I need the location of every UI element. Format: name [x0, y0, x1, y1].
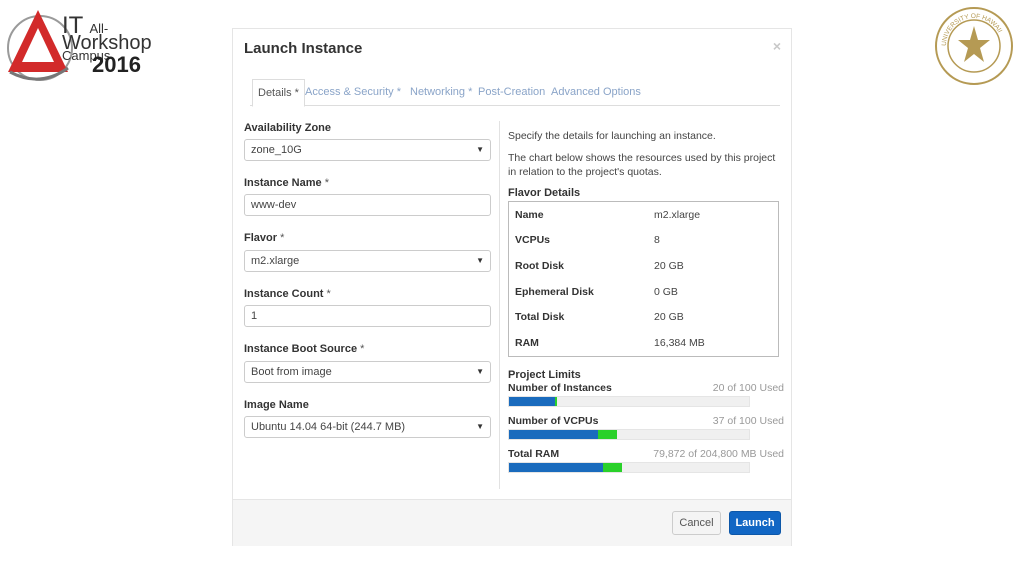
instance-name-value: www-dev: [251, 199, 297, 211]
tab-access-security[interactable]: Access & Security *: [300, 79, 406, 106]
it-workshop-logo: IT All-Campus Workshop 2016: [4, 6, 154, 86]
bar-used-fill: [509, 430, 598, 439]
caret-down-icon: ▼: [476, 145, 484, 154]
tab-details[interactable]: Details *: [252, 79, 305, 107]
flavor-row: Total Disk 20 GB: [515, 311, 684, 323]
flavor-row: Name m2.xlarge: [515, 209, 701, 221]
instance-name-label: Instance Name *: [244, 177, 329, 189]
university-seal-logo: UNIVERSITY OF HAWAII: [935, 7, 1013, 85]
availability-zone-select[interactable]: zone_10G ▼: [244, 139, 491, 161]
caret-down-icon: ▼: [476, 422, 484, 431]
flavor-details-table: Name m2.xlarge VCPUs 8 Root Disk 20 GB E…: [508, 201, 779, 357]
instance-name-input[interactable]: www-dev: [244, 194, 491, 216]
close-icon[interactable]: ×: [773, 38, 781, 54]
availability-zone-value: zone_10G: [251, 144, 302, 156]
bar-added-fill: [602, 463, 622, 472]
limit-ram-label: Total RAM: [508, 448, 560, 460]
flavor-row: VCPUs 8: [515, 234, 660, 246]
modal-title: Launch Instance: [244, 40, 363, 57]
modal-footer: Cancel Launch: [233, 499, 791, 546]
boot-source-label: Instance Boot Source *: [244, 343, 365, 355]
flavor-select[interactable]: m2.xlarge ▼: [244, 250, 491, 272]
tab-networking[interactable]: Networking *: [405, 79, 477, 106]
flavor-row: Ephemeral Disk 0 GB: [515, 286, 678, 298]
flavor-label: Flavor *: [244, 232, 285, 244]
flavor-row: RAM 16,384 MB: [515, 337, 705, 349]
limit-ram-used: 79,872 of 204,800 MB Used: [653, 448, 784, 460]
modal-header: Launch Instance ×: [233, 29, 791, 73]
limit-instances-used: 20 of 100 Used: [712, 382, 784, 394]
flavor-value: m2.xlarge: [251, 255, 300, 267]
limit-ram-bar: [508, 462, 750, 473]
bar-used-fill: [509, 463, 603, 472]
tab-post-creation[interactable]: Post-Creation: [473, 79, 550, 106]
bar-added-fill: [597, 430, 617, 439]
limit-vcpus-label: Number of VCPUs: [508, 415, 599, 427]
instance-count-input[interactable]: 1: [244, 305, 491, 327]
availability-zone-label: Availability Zone: [244, 122, 332, 134]
cancel-button[interactable]: Cancel: [672, 511, 721, 535]
flavor-row: Root Disk 20 GB: [515, 260, 684, 272]
launch-instance-modal: Launch Instance × Details * Access & Sec…: [232, 28, 792, 546]
info-description-1: Specify the details for launching an ins…: [508, 130, 716, 142]
limit-instances-label: Number of Instances: [508, 382, 612, 394]
tab-bar: Details * Access & Security * Networking…: [250, 79, 780, 107]
info-description-2: The chart below shows the resources used…: [508, 152, 776, 178]
bar-added-fill: [554, 397, 557, 406]
caret-down-icon: ▼: [476, 367, 484, 376]
boot-source-value: Boot from image: [251, 366, 332, 378]
caret-down-icon: ▼: [476, 256, 484, 265]
instance-count-label: Instance Count *: [244, 288, 331, 300]
boot-source-select[interactable]: Boot from image ▼: [244, 361, 491, 383]
image-name-select[interactable]: Ubuntu 14.04 64-bit (244.7 MB) ▼: [244, 416, 491, 438]
tab-advanced-options[interactable]: Advanced Options: [546, 79, 646, 106]
limit-instances-bar: [508, 396, 750, 407]
flavor-details-title: Flavor Details: [508, 187, 581, 199]
launch-button[interactable]: Launch: [729, 511, 781, 535]
logo-line-3: 2016: [92, 52, 141, 77]
image-name-label: Image Name: [244, 399, 309, 411]
project-limits-title: Project Limits: [508, 369, 581, 381]
image-name-value: Ubuntu 14.04 64-bit (244.7 MB): [251, 421, 406, 433]
column-divider: [499, 121, 500, 489]
limit-vcpus-bar: [508, 429, 750, 440]
bar-used-fill: [509, 397, 555, 406]
instance-count-value: 1: [251, 310, 258, 322]
limit-vcpus-used: 37 of 100 Used: [712, 415, 784, 427]
